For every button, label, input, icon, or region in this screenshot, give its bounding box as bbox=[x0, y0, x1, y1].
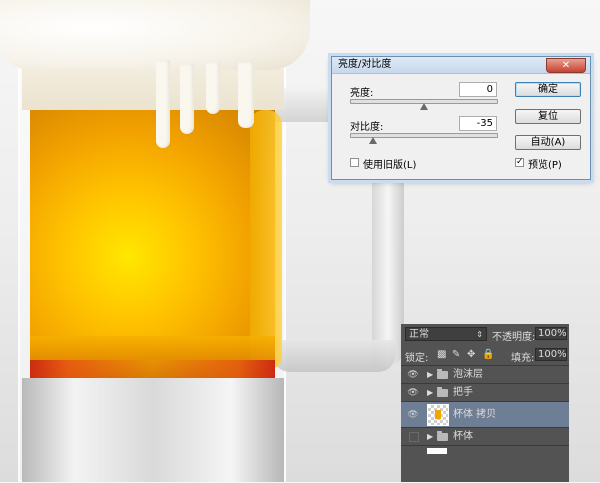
eye-icon[interactable]: 👁 bbox=[407, 402, 419, 428]
lock-pixels-icon[interactable]: ✎ bbox=[452, 349, 460, 360]
layer-row-foam[interactable]: 👁 ▶ 泡沫层 bbox=[401, 365, 569, 384]
contrast-input[interactable] bbox=[459, 116, 497, 131]
brightness-label: 亮度: bbox=[350, 88, 374, 99]
folder-icon bbox=[437, 387, 448, 397]
handle-amber-reflection bbox=[250, 110, 282, 370]
foam-drip bbox=[156, 60, 170, 148]
lock-all-icon[interactable]: 🔒 bbox=[482, 349, 494, 360]
layer-row-partial[interactable] bbox=[401, 445, 569, 483]
layer-name: 杯体 bbox=[453, 431, 473, 442]
blend-mode-value: 正常 bbox=[409, 329, 429, 340]
layers-panel: 正常 ⇕ 不透明度: 100% 锁定: ▩ ✎ ✥ 🔒 填充: 100% 👁 ▶… bbox=[401, 324, 569, 482]
reset-button[interactable]: 复位 bbox=[515, 109, 581, 124]
preview-label: 预览(P) bbox=[528, 160, 562, 171]
foam-drip bbox=[238, 62, 254, 128]
layer-thumbnail bbox=[427, 404, 449, 426]
layer-row-handle[interactable]: 👁 ▶ 把手 bbox=[401, 383, 569, 402]
opacity-input[interactable]: 100% bbox=[535, 327, 567, 340]
auto-button[interactable]: 自动(A) bbox=[515, 135, 581, 150]
foam-drip bbox=[206, 62, 220, 114]
eye-icon[interactable]: 👁 bbox=[407, 366, 419, 384]
ok-button[interactable]: 确定 bbox=[515, 82, 581, 97]
caret-right-icon[interactable]: ▶ bbox=[427, 384, 433, 402]
eye-icon[interactable]: 👁 bbox=[407, 384, 419, 402]
layer-name: 泡沫层 bbox=[453, 369, 483, 380]
foam-drip bbox=[180, 64, 194, 134]
contrast-slider-thumb[interactable] bbox=[369, 137, 377, 144]
beer-red-edge bbox=[30, 360, 275, 380]
folder-icon bbox=[437, 431, 448, 441]
use-legacy-checkbox[interactable] bbox=[350, 158, 359, 167]
layer-row-body-copy[interactable]: 👁 杯体 拷贝 bbox=[401, 401, 569, 428]
preview-checkbox[interactable]: ✓ bbox=[515, 158, 524, 167]
use-legacy-label: 使用旧版(L) bbox=[363, 160, 417, 171]
lock-position-icon[interactable]: ✥ bbox=[467, 349, 475, 360]
close-icon[interactable]: ✕ bbox=[546, 58, 586, 73]
fill-input[interactable]: 100% bbox=[535, 348, 567, 361]
lock-transparent-icon[interactable]: ▩ bbox=[437, 349, 446, 360]
layer-name: 杯体 拷贝 bbox=[453, 409, 497, 420]
chevron-updown-icon: ⇕ bbox=[476, 330, 483, 339]
brightness-contrast-dialog: 亮度/对比度 ✕ 亮度: 对比度: 使用旧版(L) 确定 复位 自动(A) ✓ … bbox=[331, 56, 591, 180]
caret-right-icon[interactable]: ▶ bbox=[427, 428, 433, 446]
brightness-slider-thumb[interactable] bbox=[420, 103, 428, 110]
contrast-label: 对比度: bbox=[350, 122, 384, 133]
layer-row-body[interactable]: ▶ 杯体 bbox=[401, 427, 569, 446]
foam-head bbox=[0, 0, 310, 70]
opacity-label: 不透明度: bbox=[492, 332, 536, 343]
fill-label: 填充: bbox=[511, 353, 535, 364]
mug-base bbox=[22, 378, 284, 482]
brightness-input[interactable] bbox=[459, 82, 497, 97]
lock-label: 锁定: bbox=[405, 353, 429, 364]
visibility-toggle[interactable] bbox=[409, 432, 419, 442]
folder-icon bbox=[437, 369, 448, 379]
layer-name: 把手 bbox=[453, 387, 473, 398]
layer-thumbnail bbox=[427, 448, 447, 454]
mug-handle-bottom bbox=[272, 340, 396, 372]
blend-mode-select[interactable]: 正常 ⇕ bbox=[405, 327, 487, 341]
caret-right-icon[interactable]: ▶ bbox=[427, 366, 433, 384]
